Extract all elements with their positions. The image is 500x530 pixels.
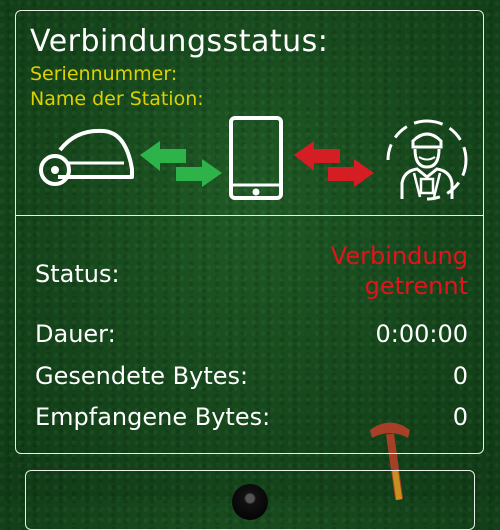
page-title: Verbindungsstatus: — [30, 24, 329, 59]
sent-bytes-value: 0 — [452, 362, 468, 390]
status-value-line1: Verbindung — [330, 242, 468, 270]
robot-mower-icon — [39, 128, 134, 186]
connection-diagram — [16, 111, 485, 211]
bottom-control-knob[interactable] — [232, 484, 268, 520]
received-bytes-value: 0 — [452, 403, 468, 431]
station-name-label: Name der Station: — [30, 88, 204, 110]
green-bidirectional-arrows-icon — [140, 141, 222, 187]
connection-status-panel: Verbindungsstatus: Seriennummer: Name de… — [15, 10, 484, 454]
received-bytes-label: Empfangene Bytes: — [35, 403, 271, 431]
section-divider — [16, 215, 483, 216]
red-bidirectional-arrows-icon — [294, 141, 374, 187]
service-technician-icon — [386, 119, 468, 201]
duration-label: Dauer: — [35, 320, 116, 348]
status-label: Status: — [35, 260, 120, 288]
sent-bytes-label: Gesendete Bytes: — [35, 362, 249, 390]
duration-value: 0:00:00 — [375, 320, 468, 348]
status-value-line2: getrennt — [364, 272, 468, 300]
serial-number-label: Seriennummer: — [30, 63, 178, 85]
status-value: Verbindung getrennt — [268, 241, 468, 301]
smartphone-icon — [229, 116, 283, 200]
